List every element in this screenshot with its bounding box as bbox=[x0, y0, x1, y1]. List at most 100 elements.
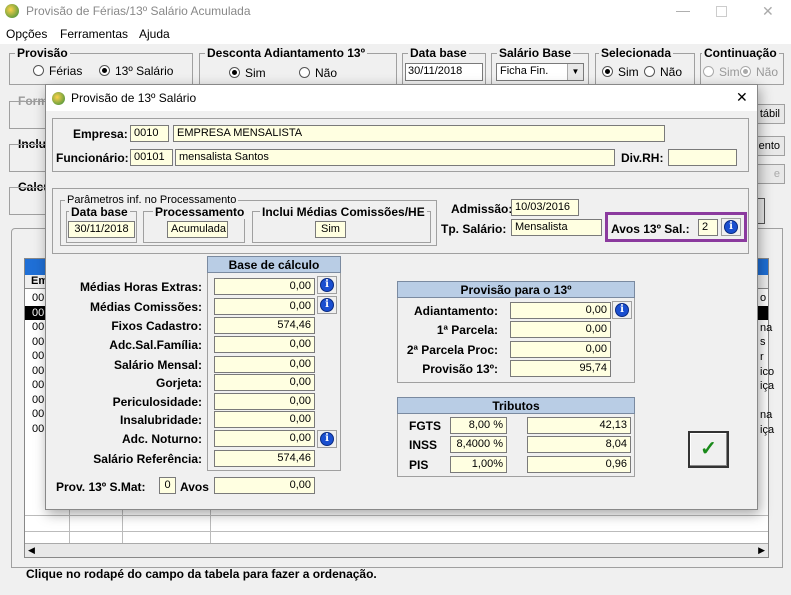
base-row-label: Adc. Noturno: bbox=[122, 432, 202, 446]
radio-selecionada-nao[interactable]: Não bbox=[644, 65, 682, 79]
base-calculo-title: Base de cálculo bbox=[207, 256, 341, 273]
prov-smat-avos: 0 bbox=[159, 477, 176, 494]
horizontal-scrollbar[interactable]: ◀ ▶ bbox=[25, 543, 768, 557]
provisao-row-label: 1ª Parcela: bbox=[436, 323, 498, 337]
base-row-value: 574,46 bbox=[214, 450, 315, 467]
selecionada-label: Selecionada bbox=[599, 46, 674, 60]
prov-smat-value: 0,00 bbox=[214, 477, 315, 494]
scroll-right-icon[interactable]: ▶ bbox=[758, 545, 765, 556]
base-row-label: Fixos Cadastro: bbox=[111, 319, 202, 333]
close-main-button[interactable]: ✕ bbox=[762, 3, 774, 20]
table-right-cell: na bbox=[760, 322, 773, 334]
param-inclui-value: Sim bbox=[315, 221, 346, 238]
radio-ferias-label: Férias bbox=[49, 64, 83, 78]
ok-button[interactable]: ✓ bbox=[688, 431, 729, 468]
param-processamento-value: Acumulada bbox=[167, 221, 228, 238]
menubar: Opções Ferramentas Ajuda bbox=[0, 24, 791, 44]
main-titlebar: Provisão de Férias/13º Salário Acumulada… bbox=[0, 0, 791, 24]
medias-he-info-button[interactable]: i bbox=[317, 276, 337, 294]
partial-group-2 bbox=[9, 144, 49, 172]
adc-noturno-info-button[interactable]: i bbox=[317, 430, 337, 448]
param-inclui-label: Inclui Médias Comissões/HE bbox=[260, 205, 427, 219]
dialog-close-button[interactable]: ✕ bbox=[736, 89, 748, 106]
radio-continuacao-sim-label: Sim bbox=[719, 65, 740, 79]
radio-continuacao-nao[interactable]: Não bbox=[740, 65, 778, 79]
tributo-label: FGTS bbox=[409, 419, 441, 433]
provisao-row-value: 0,00 bbox=[510, 321, 611, 338]
base-row-label: Gorjeta: bbox=[155, 376, 202, 390]
base-row-label: Salário Referência: bbox=[93, 452, 202, 466]
data-base-input[interactable]: 30/11/2018 bbox=[405, 63, 483, 81]
base-row-value: 0,00 bbox=[214, 411, 315, 428]
menu-ferramentas[interactable]: Ferramentas bbox=[60, 27, 128, 41]
base-row-value: 0,00 bbox=[214, 430, 315, 447]
radio-13-label: 13º Salário bbox=[115, 64, 174, 78]
radio-13-salario[interactable]: 13º Salário bbox=[99, 64, 173, 78]
empresa-code: 0010 bbox=[130, 125, 169, 142]
base-row-value: 0,00 bbox=[214, 298, 315, 315]
salario-base-value: Ficha Fin. bbox=[500, 65, 549, 77]
param-data-base-value: 30/11/2018 bbox=[68, 221, 135, 238]
salario-base-label: Salário Base bbox=[497, 46, 574, 60]
table-right-cell: s bbox=[760, 336, 766, 348]
desconta-label: Desconta Adiantamento 13º bbox=[205, 46, 367, 60]
radio-selecionada-sim[interactable]: Sim bbox=[602, 65, 639, 79]
radio-continuacao-sim-dot bbox=[703, 66, 714, 77]
adiantamento-info-button[interactable]: i bbox=[612, 301, 632, 319]
base-row-label: Periculosidade: bbox=[112, 395, 202, 409]
provisao-row-label: Provisão 13º: bbox=[422, 362, 498, 376]
radio-continuacao-nao-dot bbox=[740, 66, 751, 77]
info-icon: i bbox=[320, 298, 334, 312]
base-row-label: Médias Horas Extras: bbox=[79, 280, 202, 294]
status-text: Clique no rodapé do campo da tabela para… bbox=[26, 567, 377, 581]
minimize-button[interactable]: — bbox=[676, 2, 690, 18]
tributo-value: 8,04 bbox=[527, 436, 631, 453]
table-grid-line-5 bbox=[25, 531, 768, 532]
radio-continuacao-sim[interactable]: Sim bbox=[703, 65, 740, 79]
radio-desconta-nao-dot bbox=[299, 67, 310, 78]
dialog-title: Provisão de 13º Salário bbox=[71, 91, 197, 105]
avos-info-button[interactable]: i bbox=[721, 218, 741, 236]
tributo-label: INSS bbox=[409, 438, 438, 452]
base-row-label: Salário Mensal: bbox=[113, 358, 202, 372]
base-row-value: 0,00 bbox=[214, 356, 315, 373]
checkmark-icon: ✓ bbox=[700, 438, 717, 460]
base-row-value: 0,00 bbox=[214, 278, 315, 295]
provisao-13-title: Provisão para o 13º bbox=[397, 281, 635, 298]
chevron-down-icon: ▼ bbox=[567, 64, 583, 80]
tp-salario-value: Mensalista bbox=[511, 219, 602, 236]
radio-desconta-sim[interactable]: Sim bbox=[229, 66, 266, 80]
radio-desconta-sim-label: Sim bbox=[245, 66, 266, 80]
radio-ferias[interactable]: Férias bbox=[33, 64, 82, 78]
contabil-label: tábil bbox=[759, 108, 780, 120]
salario-base-select[interactable]: Ficha Fin. ▼ bbox=[496, 63, 584, 81]
provisao-row-value: 95,74 bbox=[510, 360, 611, 377]
dialog-titlebar: Provisão de 13º Salário ✕ bbox=[46, 85, 757, 111]
radio-selecionada-nao-label: Não bbox=[660, 65, 683, 79]
table-right-cell: na bbox=[760, 409, 773, 421]
funcionario-name: mensalista Santos bbox=[175, 149, 615, 166]
menu-opcoes[interactable]: Opções bbox=[6, 27, 47, 41]
tributo-rate: 1,00% bbox=[450, 456, 507, 473]
main-title: Provisão de Férias/13º Salário Acumulada bbox=[26, 4, 251, 18]
avos-value: 2 bbox=[698, 219, 718, 236]
tributo-rate: 8,00 % bbox=[450, 417, 507, 434]
menu-ajuda[interactable]: Ajuda bbox=[139, 27, 170, 41]
tributo-value: 42,13 bbox=[527, 417, 631, 434]
base-row-label: Médias Comissões: bbox=[89, 300, 202, 314]
tributos-title: Tributos bbox=[397, 397, 635, 414]
medias-comissoes-info-button[interactable]: i bbox=[317, 296, 337, 314]
partial-group-1 bbox=[9, 101, 49, 129]
param-processamento-label: Processamento bbox=[153, 205, 247, 219]
provisao-label: Provisão bbox=[15, 46, 70, 60]
base-row-value: 0,00 bbox=[214, 374, 315, 391]
radio-desconta-nao[interactable]: Não bbox=[299, 66, 337, 80]
funcionario-label: Funcionário: bbox=[56, 151, 129, 165]
base-row-value: 574,46 bbox=[214, 317, 315, 334]
tributo-label: PIS bbox=[409, 458, 429, 472]
radio-selecionada-sim-label: Sim bbox=[618, 65, 639, 79]
app-icon bbox=[5, 4, 19, 18]
maximize-button[interactable] bbox=[716, 6, 727, 17]
base-row-label: Adc.Sal.Família: bbox=[109, 338, 202, 352]
scroll-left-icon[interactable]: ◀ bbox=[28, 545, 35, 556]
